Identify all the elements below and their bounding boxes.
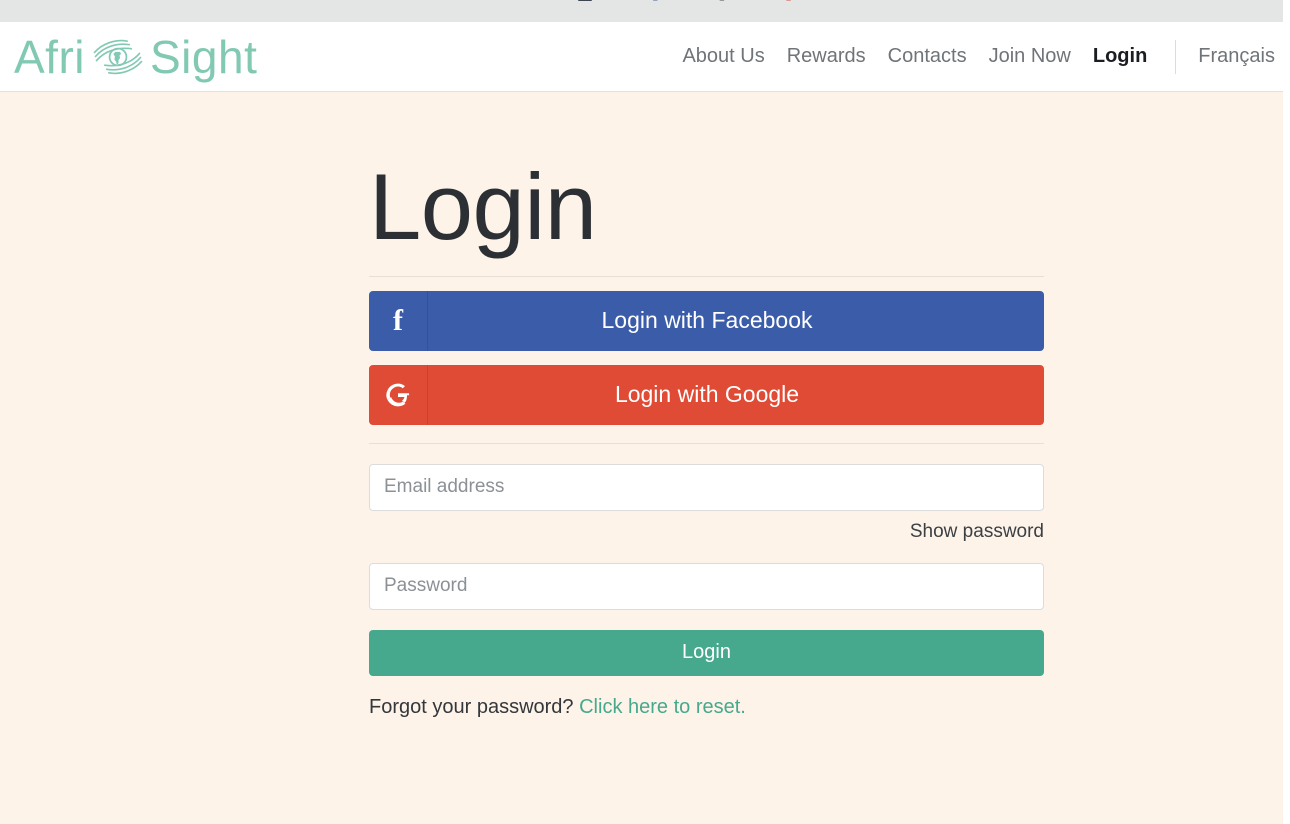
nav-item-rewards[interactable]: Rewards — [776, 39, 877, 74]
login-with-google-button[interactable]: Login with Google — [369, 364, 1044, 425]
google-g-icon — [369, 365, 427, 425]
nav-item-about-us[interactable]: About Us — [671, 39, 775, 74]
forgot-password-text: Forgot your password? — [369, 695, 574, 718]
show-password-toggle[interactable]: Show password — [910, 521, 1044, 543]
login-submit-button[interactable]: Login — [369, 629, 1044, 676]
password-input[interactable] — [369, 562, 1044, 610]
page-title: Login — [369, 154, 597, 259]
nav-item-login[interactable]: Login — [1082, 39, 1158, 74]
title-divider — [369, 275, 1044, 277]
facebook-f-icon: f — [393, 303, 403, 337]
bookmark-icon: ▮ — [652, 0, 659, 2]
logo-text-afri: Afri — [14, 30, 85, 83]
africa-shape — [113, 51, 122, 65]
logo-text-sight: Sight — [150, 30, 258, 83]
bookmark-icon: ▮ — [719, 0, 726, 2]
site-logo[interactable]: Afri Sight — [14, 27, 257, 87]
login-card: Login f Login with Facebook Login with G… — [369, 154, 1044, 719]
browser-chrome-strip: ▮ ▮ ▮ — [0, 0, 1283, 22]
nav-divider — [1175, 39, 1177, 74]
login-with-facebook-button[interactable]: f Login with Facebook — [369, 290, 1044, 351]
page-body: Login f Login with Facebook Login with G… — [0, 93, 1283, 824]
nav-item-join-now[interactable]: Join Now — [978, 39, 1082, 74]
reset-password-link[interactable]: Click here to reset. — [579, 696, 746, 718]
main-navigation: About Us Rewards Contacts Join Now Login… — [671, 39, 1283, 74]
browser-chrome-clipped-row: ▮ ▮ ▮ — [0, 0, 1283, 4]
show-password-row: Show password — [369, 521, 1044, 543]
login-with-facebook-label: Login with Facebook — [601, 307, 813, 334]
monitor-icon — [578, 0, 592, 1]
nav-item-contacts[interactable]: Contacts — [877, 39, 978, 74]
language-switcher-francais[interactable]: Français — [1198, 45, 1283, 68]
site-header: Afri Sight About Us Rewards Contacts Joi… — [0, 22, 1283, 92]
bookmark-icon: ▮ — [785, 0, 792, 2]
forgot-password-row: Forgot your password? Click here to rese… — [369, 696, 1044, 719]
email-input[interactable] — [369, 463, 1044, 511]
eye-africa-icon — [93, 39, 143, 74]
social-form-divider — [369, 442, 1044, 444]
login-with-google-label: Login with Google — [614, 381, 800, 408]
scrollbar-gutter[interactable] — [1283, 0, 1290, 824]
